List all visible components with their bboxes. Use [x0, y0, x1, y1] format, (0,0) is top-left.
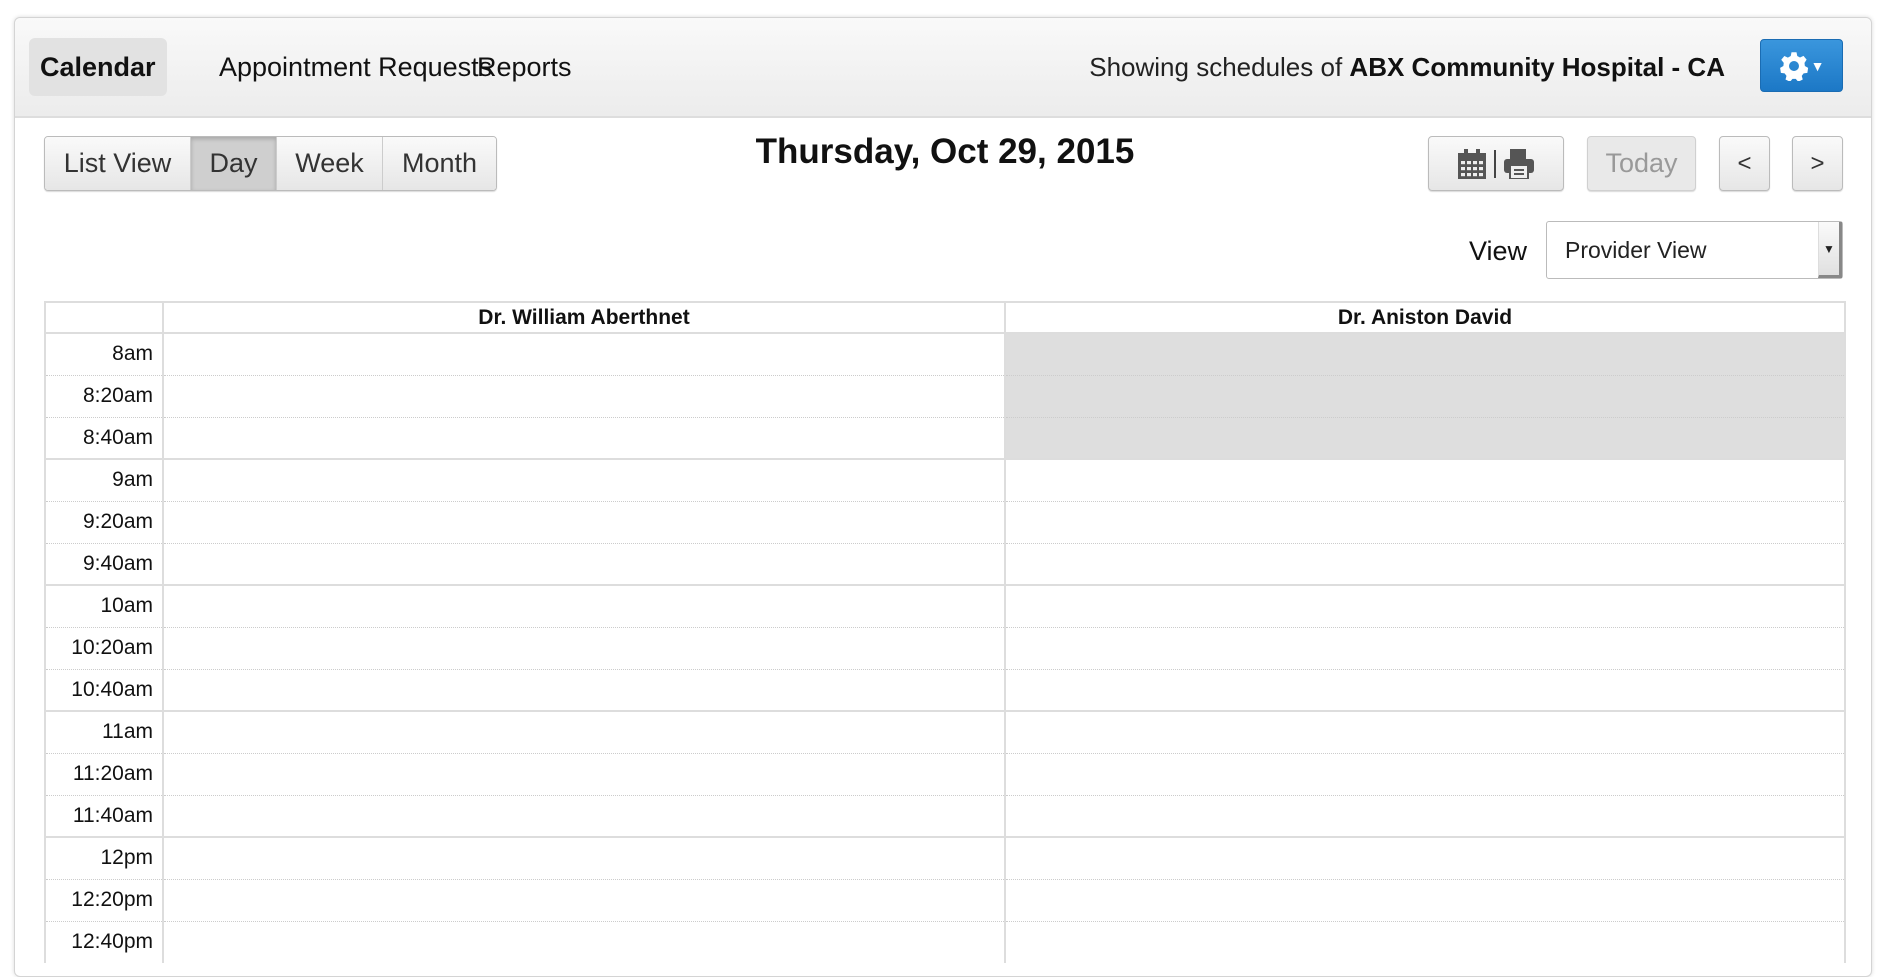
appointment-slot[interactable]: [162, 920, 1006, 963]
time-label: 10am: [44, 584, 164, 627]
appointment-slot[interactable]: [162, 668, 1006, 711]
time-label: 9:20am: [44, 500, 164, 543]
time-label: 12:20pm: [44, 878, 164, 921]
appointment-slot[interactable]: [162, 794, 1006, 837]
appointment-slot[interactable]: [162, 878, 1006, 921]
appointment-slot[interactable]: [1004, 794, 1846, 837]
time-slot-row: 9am: [44, 458, 1846, 501]
appointment-slot[interactable]: [1004, 584, 1846, 627]
appointment-slot[interactable]: [162, 752, 1006, 795]
appointment-slot[interactable]: [162, 500, 1006, 543]
unavailable-slot: [1004, 416, 1846, 459]
view-label: View: [1469, 236, 1528, 266]
calendar-panel: Calendar Appointment Requests Reports Sh…: [14, 17, 1872, 977]
next-button[interactable]: >: [1792, 136, 1843, 191]
time-label: 12pm: [44, 836, 164, 879]
appointment-slot[interactable]: [1004, 626, 1846, 669]
dropdown-arrow-icon: ▼: [1818, 222, 1842, 278]
provider-header: Dr. Aniston David: [1004, 301, 1846, 334]
time-slot-row: 11am: [44, 710, 1846, 753]
time-slot-row: 11:20am: [44, 752, 1846, 795]
appointment-slot[interactable]: [1004, 458, 1846, 501]
appointment-slot[interactable]: [162, 416, 1006, 459]
tab-calendar[interactable]: Calendar: [29, 38, 167, 96]
time-label: 8:20am: [44, 374, 164, 417]
time-slot-row: 8:20am: [44, 374, 1846, 417]
time-label: 10:20am: [44, 626, 164, 669]
time-slot-row: 9:40am: [44, 542, 1846, 585]
tab-appointment-requests[interactable]: Appointment Requests: [208, 38, 503, 96]
appointment-slot[interactable]: [1004, 752, 1846, 795]
today-button[interactable]: Today: [1587, 136, 1696, 191]
time-slot-row: 12:20pm: [44, 878, 1846, 921]
divider: [1494, 149, 1496, 178]
appointment-slot[interactable]: [162, 584, 1006, 627]
time-slot-row: 10:40am: [44, 668, 1846, 711]
time-label: 8:40am: [44, 416, 164, 459]
time-column-header: [44, 301, 164, 334]
time-label: 11:20am: [44, 752, 164, 795]
prev-button[interactable]: <: [1719, 136, 1770, 191]
appointment-slot[interactable]: [162, 458, 1006, 501]
appointment-slot[interactable]: [162, 542, 1006, 585]
time-label: 10:40am: [44, 668, 164, 711]
tab-reports[interactable]: Reports: [466, 38, 583, 96]
time-label: 9:40am: [44, 542, 164, 585]
time-slot-row: 9:20am: [44, 500, 1846, 543]
appointment-slot[interactable]: [1004, 878, 1846, 921]
time-slot-row: 12:40pm: [44, 920, 1846, 963]
appointment-slot[interactable]: [162, 710, 1006, 753]
time-slot-row: 8:40am: [44, 416, 1846, 459]
settings-button[interactable]: ▼: [1760, 39, 1843, 92]
facility-indicator: Showing schedules of ABX Community Hospi…: [1089, 38, 1725, 96]
time-slot-row: 11:40am: [44, 794, 1846, 837]
time-slot-row: 8am: [44, 332, 1846, 375]
appointment-slot[interactable]: [1004, 668, 1846, 711]
calendar-icon: [1458, 148, 1486, 179]
appointment-slot[interactable]: [1004, 542, 1846, 585]
time-label: 9am: [44, 458, 164, 501]
showing-prefix: Showing schedules of: [1089, 52, 1343, 82]
appointment-slot[interactable]: [162, 374, 1006, 417]
gear-icon: [1779, 51, 1808, 81]
unavailable-slot: [1004, 374, 1846, 417]
chevron-down-icon: ▼: [1810, 57, 1825, 74]
appointment-slot[interactable]: [1004, 920, 1846, 963]
time-label: 8am: [44, 332, 164, 375]
top-nav-bar: Calendar Appointment Requests Reports Sh…: [15, 18, 1871, 118]
time-label: 12:40pm: [44, 920, 164, 963]
calendar-print-button[interactable]: [1428, 136, 1564, 191]
provider-header: Dr. William Aberthnet: [162, 301, 1006, 334]
appointment-slot[interactable]: [1004, 836, 1846, 879]
time-slot-row: 10am: [44, 584, 1846, 627]
time-slot-row: 12pm: [44, 836, 1846, 879]
time-label: 11am: [44, 710, 164, 753]
view-select-value: Provider View: [1565, 236, 1707, 263]
unavailable-slot: [1004, 332, 1846, 375]
appointment-slot[interactable]: [162, 836, 1006, 879]
facility-name: ABX Community Hospital - CA: [1349, 52, 1725, 82]
printer-icon: [1504, 148, 1534, 179]
appointment-slot[interactable]: [1004, 500, 1846, 543]
time-label: 11:40am: [44, 794, 164, 837]
schedule-grid: Dr. William Aberthnet Dr. Aniston David …: [44, 301, 1846, 963]
appointment-slot[interactable]: [162, 332, 1006, 375]
appointment-slot[interactable]: [162, 626, 1006, 669]
view-select[interactable]: Provider View ▼: [1546, 221, 1843, 279]
appointment-slot[interactable]: [1004, 710, 1846, 753]
time-slot-row: 10:20am: [44, 626, 1846, 669]
